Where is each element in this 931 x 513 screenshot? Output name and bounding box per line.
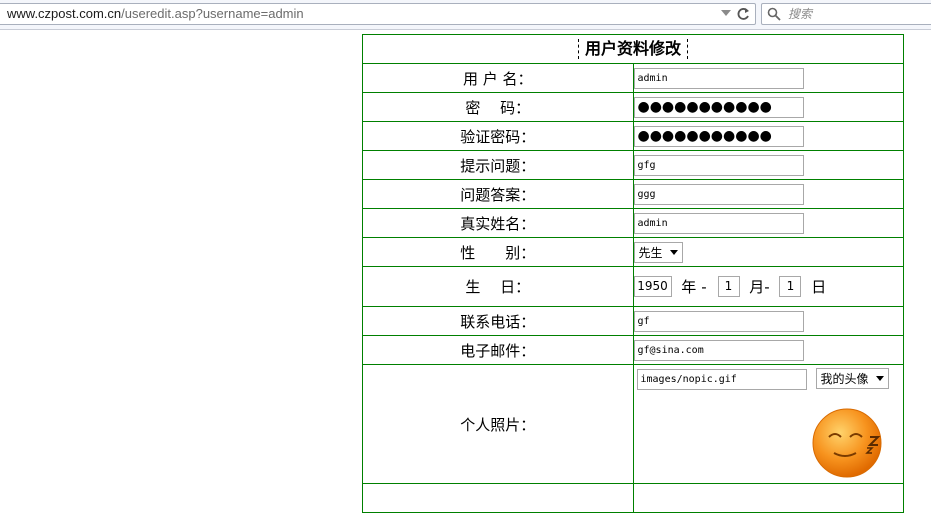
answer-input[interactable]: ggg bbox=[633, 183, 804, 205]
search-placeholder: 搜索 bbox=[788, 7, 813, 21]
birth-day-input[interactable]: 1 bbox=[779, 276, 802, 297]
username-label: 用 户 名： bbox=[362, 63, 634, 93]
gender-select[interactable]: 先生 bbox=[633, 241, 683, 263]
photo-label: 个人照片： bbox=[362, 364, 634, 484]
avatar-select[interactable]: 我的头像 bbox=[815, 368, 889, 389]
chevron-down-icon bbox=[669, 249, 678, 255]
search-box[interactable]: 搜索 bbox=[761, 3, 931, 25]
password-input[interactable]: ●●●●●●●●●●● bbox=[633, 96, 804, 118]
phone-label: 联系电话： bbox=[362, 306, 634, 336]
realname-input[interactable]: admin bbox=[633, 212, 804, 234]
birth-month-input[interactable]: 1 bbox=[717, 276, 740, 297]
photo-cell: images/nopic.gif 我的头像 bbox=[634, 365, 904, 483]
username-input[interactable]: admin bbox=[633, 67, 804, 89]
photo-path-input[interactable]: images/nopic.gif bbox=[636, 369, 807, 390]
avatar-selected-value: 我的头像 bbox=[820, 372, 869, 386]
birthday-label: 生 日： bbox=[362, 266, 634, 307]
user-edit-form: 用户资料修改 用 户 名： admin 密 码： ●●●●●●●●●●● 验证密… bbox=[362, 34, 904, 513]
question-input[interactable]: gfg bbox=[633, 154, 804, 176]
search-icon bbox=[767, 7, 781, 21]
reload-icon[interactable] bbox=[734, 3, 752, 25]
confirm-password-input[interactable]: ●●●●●●●●●●● bbox=[633, 125, 804, 147]
realname-label: 真实姓名： bbox=[362, 208, 634, 238]
password-label: 密 码： bbox=[362, 92, 634, 122]
url-history-dropdown-icon[interactable] bbox=[721, 10, 731, 16]
confirm-password-label: 验证密码： bbox=[362, 121, 634, 151]
next-row-label bbox=[362, 483, 634, 513]
question-label: 提示问题： bbox=[362, 150, 634, 180]
form-table: 用户资料修改 用 户 名： admin 密 码： ●●●●●●●●●●● 验证密… bbox=[362, 34, 904, 513]
answer-label: 问题答案： bbox=[362, 179, 634, 209]
url-path: /useredit.asp?username=admin bbox=[121, 6, 304, 21]
address-bar[interactable]: www.czpost.com.cn/useredit.asp?username=… bbox=[0, 3, 756, 25]
email-input[interactable]: gf@sina.com bbox=[633, 339, 804, 361]
form-title: 用户资料修改 bbox=[577, 39, 688, 59]
month-unit: 月- bbox=[749, 278, 770, 296]
gender-selected-value: 先生 bbox=[638, 245, 663, 260]
gender-label: 性 别： bbox=[362, 237, 634, 267]
chevron-down-icon bbox=[875, 376, 884, 381]
url-host: www.czpost.com.cn bbox=[7, 6, 122, 21]
phone-input[interactable]: gf bbox=[633, 310, 804, 332]
next-row-value bbox=[632, 483, 904, 513]
birth-year-input[interactable]: 1950 bbox=[633, 276, 672, 297]
browser-toolbar: www.czpost.com.cn/useredit.asp?username=… bbox=[0, 0, 931, 30]
year-unit: 年 bbox=[681, 278, 697, 296]
sleeping-face-avatar-icon bbox=[812, 408, 881, 478]
day-unit: 日 bbox=[811, 278, 827, 296]
form-title-cell: 用户资料修改 bbox=[362, 34, 904, 64]
email-label: 电子邮件： bbox=[362, 335, 634, 365]
